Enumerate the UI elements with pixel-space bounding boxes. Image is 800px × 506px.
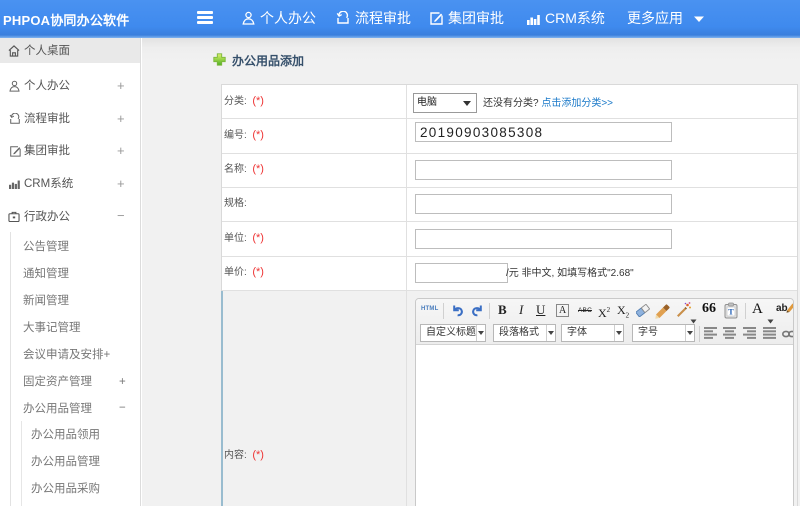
svg-text:T: T [728, 307, 734, 317]
